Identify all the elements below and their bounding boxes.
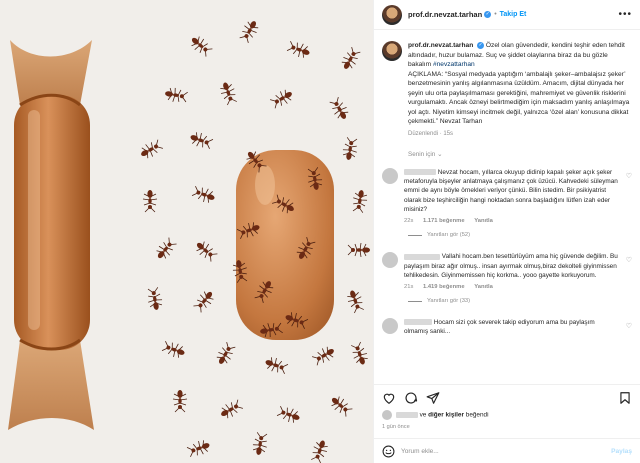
- view-replies-button[interactable]: Yanıtları gör (52): [408, 232, 632, 238]
- reply-button[interactable]: Yanıtla: [474, 218, 493, 224]
- caption-username[interactable]: prof.dr.nevzat.tarhan: [408, 42, 473, 49]
- verified-badge-icon: ✓: [484, 11, 492, 18]
- add-comment-bar: Paylaş: [374, 438, 640, 463]
- post-header: prof.dr.nevzat.tarhan ✓ • Takip Et •••: [374, 0, 640, 30]
- liker-avatar: [382, 410, 392, 420]
- emoji-icon[interactable]: [382, 445, 395, 458]
- caption-meta: Düzenlendi · 15s: [408, 130, 454, 137]
- likes-verb: beğendi: [465, 411, 489, 419]
- post-caption: prof.dr.nevzat.tarhan ✓ Özel olan güvend…: [382, 41, 632, 137]
- view-replies-label: Yanıtları gör (52): [427, 232, 471, 239]
- verified-badge-icon: ✓: [477, 41, 485, 49]
- comment-item: Vallahi hocam.ben tesettürlüyüm ama hiç …: [382, 252, 632, 290]
- post-timestamp: 1 gün önce: [382, 424, 410, 430]
- post-details-panel: prof.dr.nevzat.tarhan ✓ • Takip Et ••• p…: [373, 0, 640, 463]
- more-options-icon[interactable]: •••: [618, 9, 632, 20]
- comment-heart-icon[interactable]: ♡: [626, 168, 632, 224]
- share-icon[interactable]: [426, 391, 440, 405]
- post-image[interactable]: [0, 0, 373, 463]
- comment-meta: 21s 1.419 beğenme Yanıtla: [404, 284, 620, 290]
- comment-body: Nevzat hocam, yıllarca okuyup didinip ka…: [404, 168, 618, 214]
- comment-sort-label: Senin için: [408, 150, 436, 158]
- likes-summary[interactable]: ve diğer kişiler beğendi: [382, 410, 632, 420]
- comment-age: 21s: [404, 284, 414, 291]
- bookmark-icon[interactable]: [618, 391, 632, 405]
- comment-heart-icon[interactable]: ♡: [626, 252, 632, 290]
- post-comment-button[interactable]: Paylaş: [611, 448, 632, 455]
- comment-text: Hocam sizi çok severek takip ediyorum am…: [404, 318, 620, 337]
- wrapped-candy: [8, 40, 94, 430]
- post-actions-bar: [374, 384, 640, 410]
- comment-icon[interactable]: [404, 391, 418, 405]
- heart-icon[interactable]: [382, 391, 396, 405]
- comment-like-count[interactable]: 1.419 beğenme: [423, 284, 465, 290]
- blurred-username: [404, 253, 440, 260]
- caption-explanation: AÇIKLAMA: “Sosyal medyada yaptığım ‘amba…: [408, 70, 630, 126]
- candy-ants-illustration: [0, 0, 373, 463]
- view-replies-label: Yanıtları gör (33): [427, 298, 471, 305]
- replies-line: [408, 300, 422, 302]
- comment-text: Vallahi hocam.ben tesettürlüyüm ama hiç …: [404, 252, 620, 280]
- caption-avatar[interactable]: [382, 41, 402, 61]
- edited-label: Düzenlendi: [408, 130, 439, 137]
- comment-body: Hocam sizi çok severek takip ediyorum am…: [404, 319, 595, 336]
- view-replies-button[interactable]: Yanıtları gör (33): [408, 298, 632, 304]
- caption-text: prof.dr.nevzat.tarhan ✓ Özel olan güvend…: [408, 41, 632, 127]
- blurred-username: [404, 319, 432, 326]
- add-comment-input[interactable]: [401, 447, 612, 455]
- follow-button[interactable]: Takip Et: [500, 11, 527, 18]
- comment-meta: 22s 1.171 beğenme Yanıtla: [404, 218, 620, 224]
- commenter-avatar[interactable]: [382, 252, 398, 269]
- hashtag-link[interactable]: #nevzattarhan: [433, 61, 475, 68]
- comment-sort-dropdown[interactable]: Senin için ⌄: [408, 151, 632, 158]
- comment-item: Nevzat hocam, yıllarca okuyup didinip ka…: [382, 167, 632, 224]
- author-avatar[interactable]: [382, 4, 402, 25]
- likes-others-link[interactable]: diğer kişiler: [428, 412, 464, 419]
- commenter-avatar[interactable]: [382, 318, 398, 335]
- unwrapped-candy: [236, 150, 334, 340]
- comment-text: Nevzat hocam, yıllarca okuyup didinip ka…: [404, 168, 620, 214]
- comments-scroll-area[interactable]: prof.dr.nevzat.tarhan ✓ Özel olan güvend…: [374, 31, 640, 384]
- blurred-username: [404, 169, 436, 176]
- chevron-down-icon: ⌄: [437, 150, 443, 158]
- edited-age: 15s: [443, 130, 454, 137]
- reply-button[interactable]: Yanıtla: [474, 284, 493, 290]
- blurred-liker-name: [395, 412, 418, 418]
- author-username[interactable]: prof.dr.nevzat.tarhan: [408, 10, 482, 19]
- comment-like-count[interactable]: 1.171 beğenme: [423, 218, 465, 224]
- comment-item: Hocam sizi çok severek takip ediyorum am…: [382, 318, 632, 337]
- separator-dot: •: [494, 11, 497, 18]
- comment-heart-icon[interactable]: ♡: [626, 318, 632, 337]
- likes-connector: ve: [419, 411, 427, 419]
- comment-age: 22s: [404, 218, 414, 225]
- replies-line: [408, 234, 422, 236]
- commenter-avatar[interactable]: [382, 167, 398, 184]
